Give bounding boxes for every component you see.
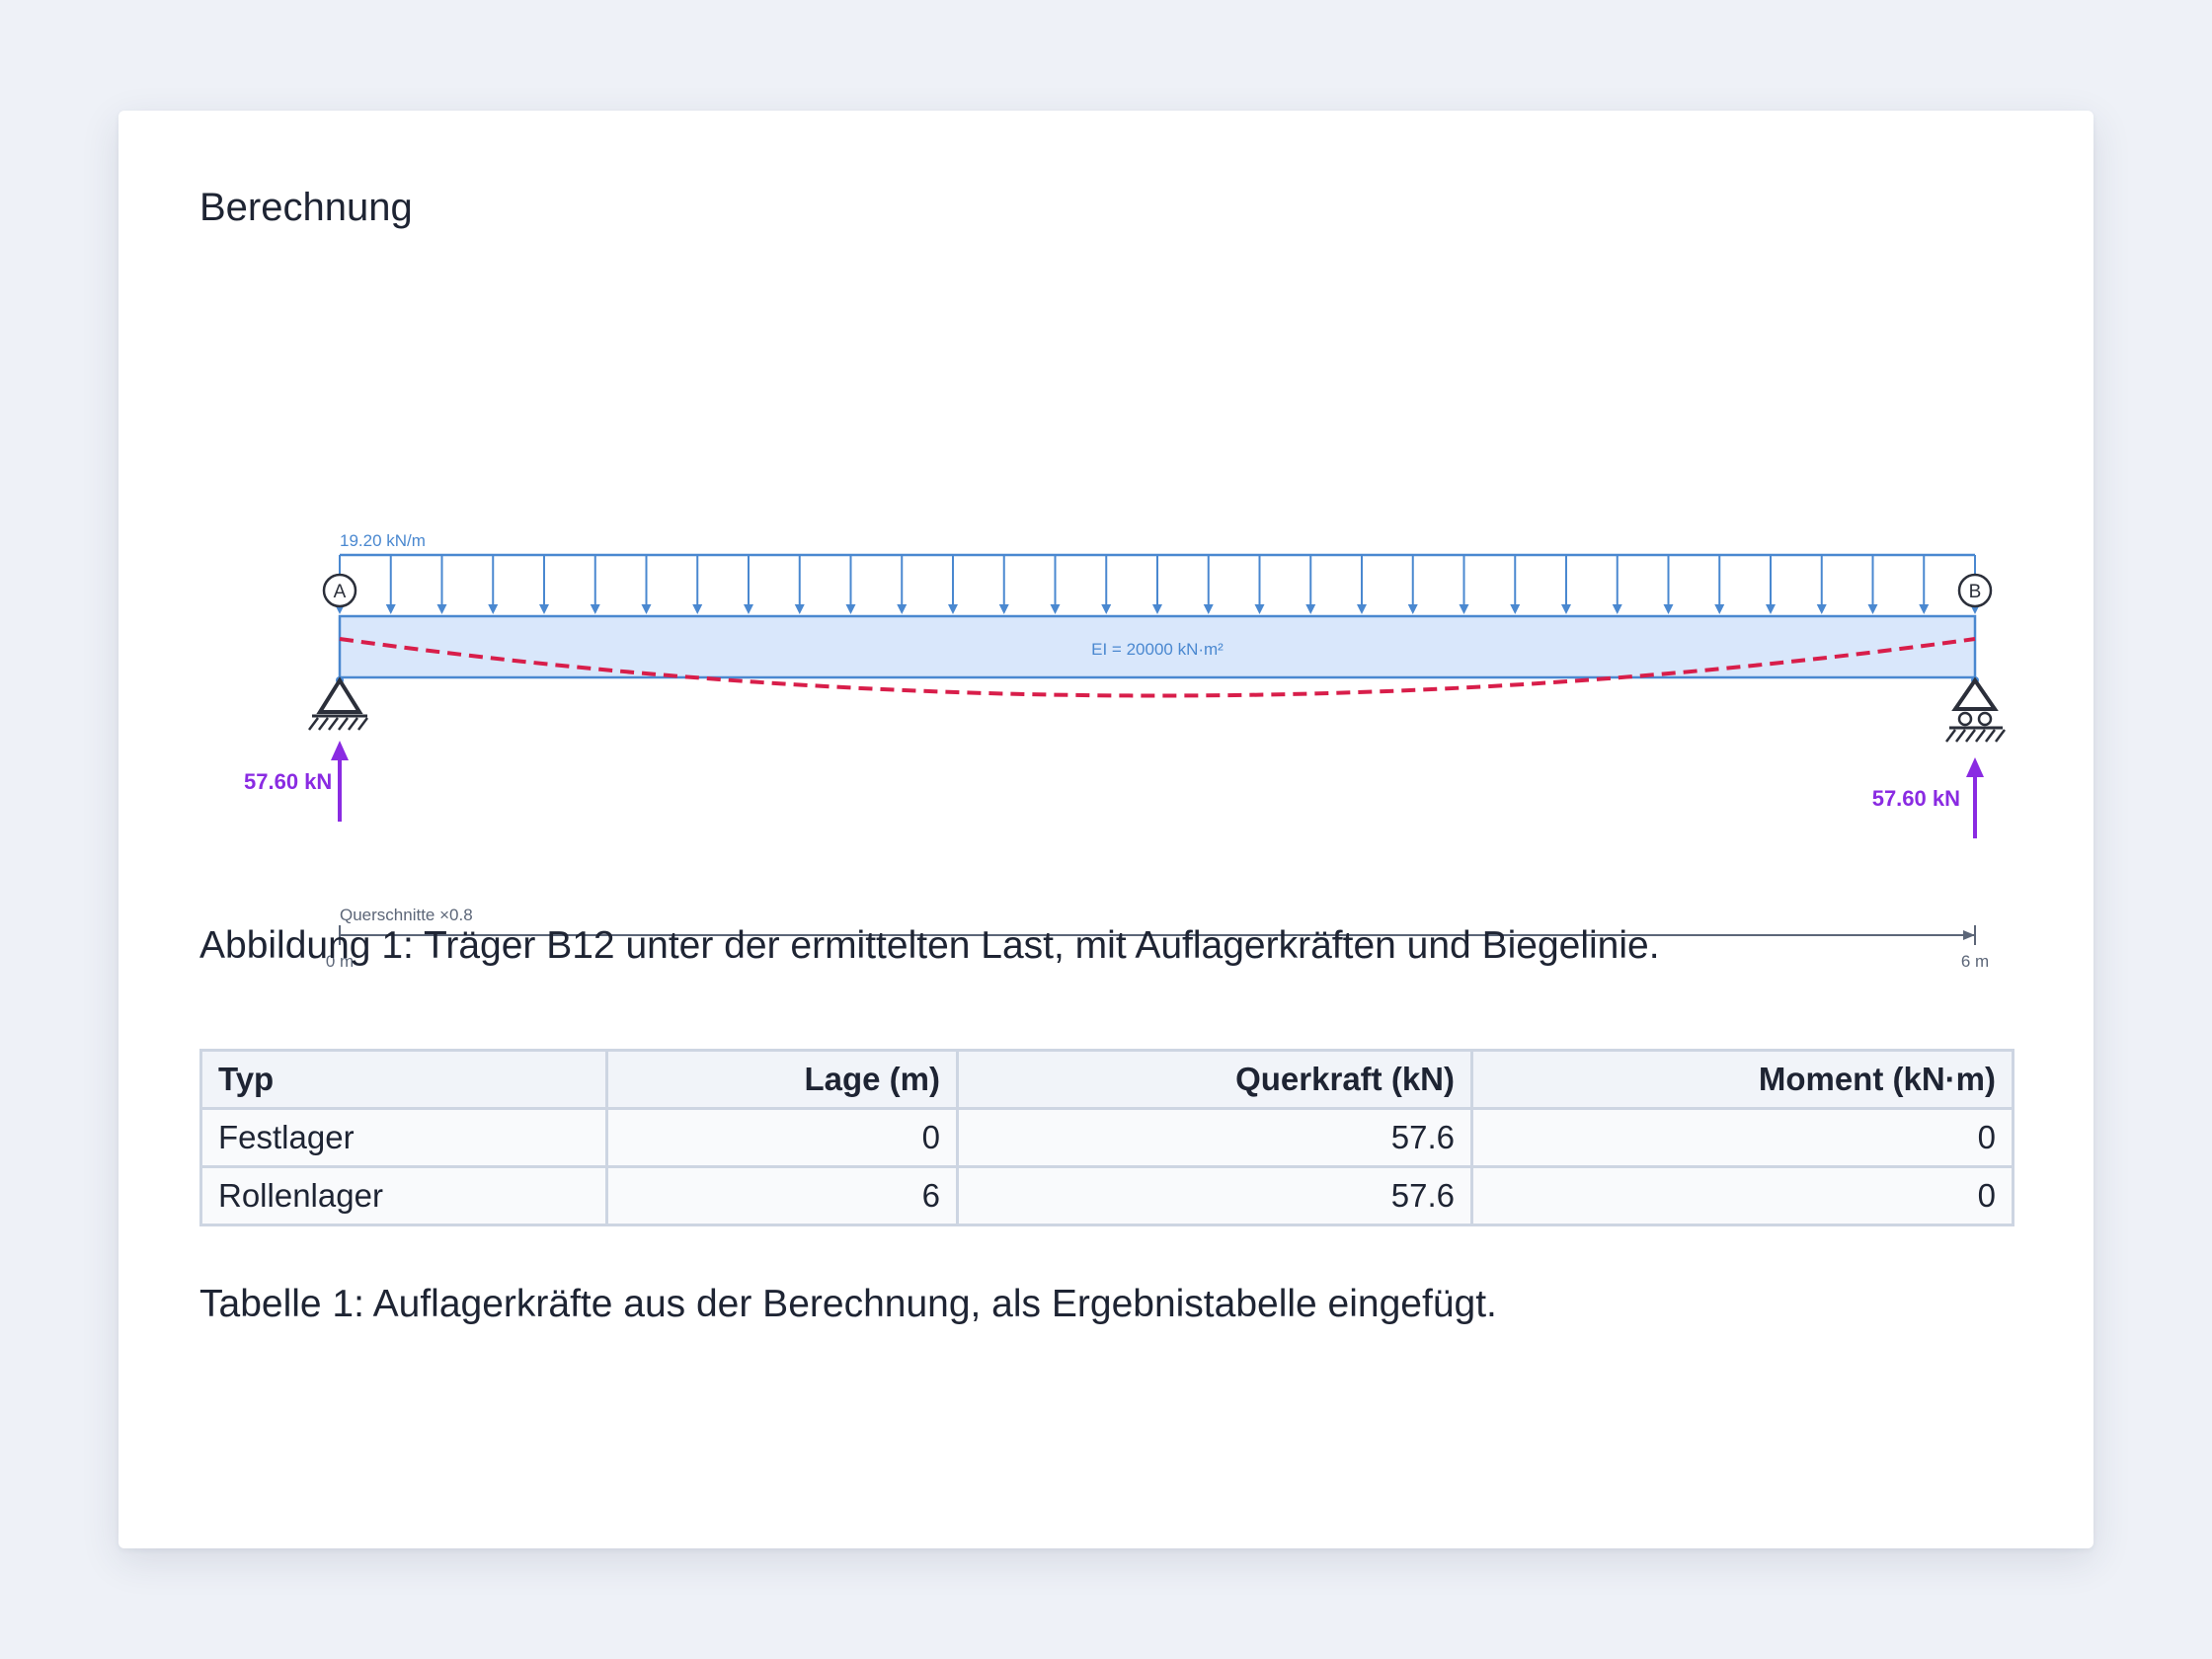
load-arrow bbox=[998, 555, 1009, 614]
load-arrow bbox=[1357, 555, 1367, 614]
load-arrow bbox=[1714, 555, 1725, 614]
load-arrow bbox=[1612, 555, 1622, 614]
beam-label: EI = 20000 kN·m² bbox=[1091, 640, 1224, 659]
cell-type: Festlager bbox=[199, 1107, 608, 1168]
cell-shear: 57.6 bbox=[956, 1107, 1473, 1168]
load-arrow bbox=[1510, 555, 1521, 614]
load-arrow bbox=[1663, 555, 1674, 614]
load-arrow bbox=[692, 555, 703, 614]
scale-label: Querschnitte ×0.8 bbox=[340, 906, 473, 924]
cell-moment: 0 bbox=[1470, 1165, 2014, 1226]
load-arrow bbox=[1254, 555, 1265, 614]
cell-position: 6 bbox=[605, 1165, 959, 1226]
header-position: Lage (m) bbox=[605, 1049, 959, 1110]
support-b-marker: B bbox=[1957, 573, 1993, 608]
load-arrow bbox=[436, 555, 447, 614]
load-arrow bbox=[948, 555, 958, 614]
axis-end-label: 6 m bbox=[1961, 952, 1989, 971]
table-row: Rollenlager 6 57.6 0 bbox=[199, 1165, 2014, 1226]
load-arrow bbox=[1305, 555, 1316, 614]
table-header-row: Typ Lage (m) Querkraft (kN) Moment (kN·m… bbox=[199, 1049, 2014, 1110]
load-arrow bbox=[1101, 555, 1112, 614]
load-arrow bbox=[1766, 555, 1776, 614]
figure-caption: Abbildung 1: Träger B12 unter der ermitt… bbox=[199, 924, 1660, 967]
load-arrow bbox=[539, 555, 549, 614]
header-shear: Querkraft (kN) bbox=[956, 1049, 1473, 1110]
reaction-a-label: 57.60 kN bbox=[244, 769, 332, 794]
load-arrow bbox=[590, 555, 600, 614]
load-arrow bbox=[744, 555, 753, 614]
support-b-label: B bbox=[1969, 582, 1982, 602]
load-arrow bbox=[794, 555, 805, 614]
support-a-marker: A bbox=[322, 573, 357, 608]
document-card: Berechnung 19.20 kN/m EI = 20000 kN·m² A… bbox=[118, 111, 2094, 1548]
reaction-b-label: 57.60 kN bbox=[1872, 786, 1960, 811]
load-arrow bbox=[1203, 555, 1214, 614]
load-arrow bbox=[1407, 555, 1418, 614]
cell-moment: 0 bbox=[1470, 1107, 2014, 1168]
table-row: Festlager 0 57.6 0 bbox=[199, 1107, 2014, 1168]
load-arrow bbox=[385, 555, 396, 614]
reaction-b-arrow bbox=[1966, 757, 1984, 838]
roller-support-icon bbox=[1945, 676, 2006, 743]
reaction-a-arrow bbox=[331, 741, 349, 822]
table-caption: Tabelle 1: Auflagerkräfte aus der Berech… bbox=[199, 1283, 1497, 1325]
load-arrow bbox=[1152, 555, 1162, 614]
results-table: Typ Lage (m) Querkraft (kN) Moment (kN·m… bbox=[199, 1049, 2014, 1226]
load-arrow bbox=[897, 555, 908, 614]
load-arrow bbox=[488, 555, 499, 614]
cell-position: 0 bbox=[605, 1107, 959, 1168]
load-label: 19.20 kN/m bbox=[340, 531, 426, 550]
header-type: Typ bbox=[199, 1049, 608, 1110]
load-arrow bbox=[1050, 555, 1061, 614]
load-arrow bbox=[1459, 555, 1469, 614]
load-arrow bbox=[1561, 555, 1571, 614]
page-title: Berechnung bbox=[199, 186, 413, 229]
load-arrow bbox=[1867, 555, 1878, 614]
pinned-support-icon bbox=[308, 676, 368, 731]
load-arrow bbox=[641, 555, 652, 614]
load-arrow bbox=[845, 555, 856, 614]
load-arrow bbox=[1816, 555, 1827, 614]
load-arrow bbox=[1919, 555, 1930, 614]
support-a-label: A bbox=[334, 582, 347, 602]
header-moment: Moment (kN·m) bbox=[1470, 1049, 2014, 1110]
cell-type: Rollenlager bbox=[199, 1165, 608, 1226]
load-arrows bbox=[335, 555, 1980, 614]
cell-shear: 57.6 bbox=[956, 1165, 1473, 1226]
